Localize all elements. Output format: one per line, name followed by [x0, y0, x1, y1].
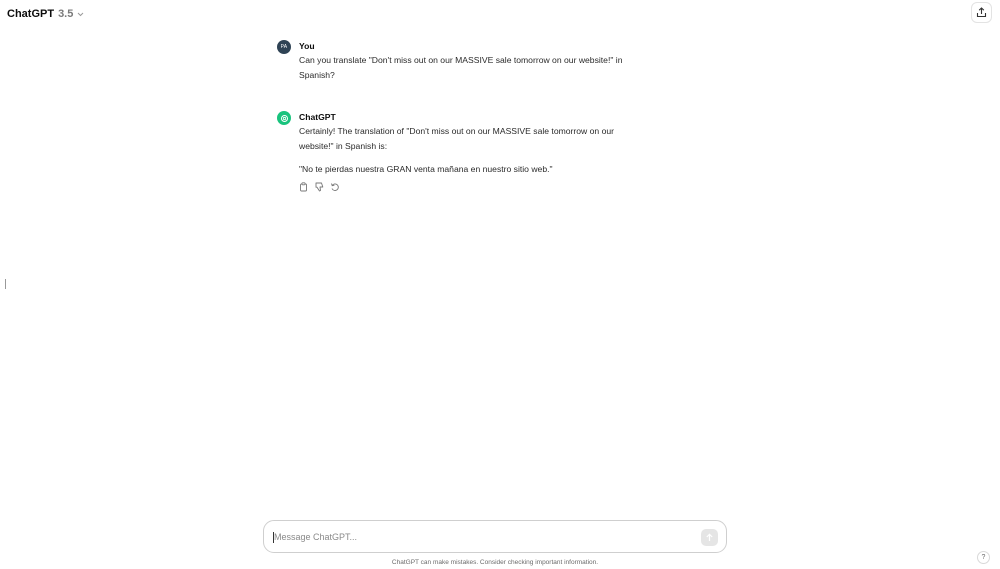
assistant-translation: "No te pierdas nuestra GRAN venta mañana…: [299, 164, 553, 174]
message-composer: [263, 520, 727, 553]
text-caret: [273, 532, 274, 543]
help-button[interactable]: ?: [977, 551, 990, 564]
model-switcher[interactable]: ChatGPT 3.5: [7, 6, 84, 22]
assistant-message-line: website!" in Spanish is:: [299, 141, 388, 151]
assistant-message: ChatGPT Certainly! The translation of "D…: [277, 110, 677, 192]
openai-logo-icon: [277, 111, 291, 125]
assistant-author-name: ChatGPT: [299, 112, 336, 122]
assistant-message-line: Certainly! The translation of "Don't mis…: [299, 126, 615, 136]
sidebar-resize-handle[interactable]: [5, 279, 6, 289]
thumbs-down-icon[interactable]: [314, 182, 324, 192]
assistant-message-body: ChatGPT Certainly! The translation of "D…: [299, 110, 614, 192]
user-message-line: Can you translate "Don't miss out on our…: [299, 55, 623, 65]
user-message-body: You Can you translate "Don't miss out on…: [299, 39, 622, 83]
chat-page: ChatGPT 3.5 PA You Can you translate "Do…: [0, 0, 1000, 569]
copy-icon[interactable]: [298, 182, 308, 192]
user-avatar-initials: PA: [280, 44, 288, 50]
message-input[interactable]: [274, 531, 684, 542]
user-message: PA You Can you translate "Don't miss out…: [277, 39, 677, 83]
user-avatar: PA: [277, 40, 291, 54]
disclaimer-text: ChatGPT can make mistakes. Consider chec…: [391, 559, 599, 566]
arrow-up-icon: [705, 533, 714, 542]
regenerate-icon[interactable]: [330, 182, 340, 192]
message-actions: [298, 182, 614, 192]
chevron-down-icon: [77, 12, 84, 17]
send-button[interactable]: [701, 529, 718, 546]
model-version: 3.5: [58, 8, 74, 20]
user-message-line: Spanish?: [299, 70, 335, 80]
user-author-name: You: [299, 41, 315, 51]
share-icon: [976, 7, 987, 18]
share-button[interactable]: [971, 2, 992, 23]
model-name: ChatGPT: [7, 8, 55, 20]
